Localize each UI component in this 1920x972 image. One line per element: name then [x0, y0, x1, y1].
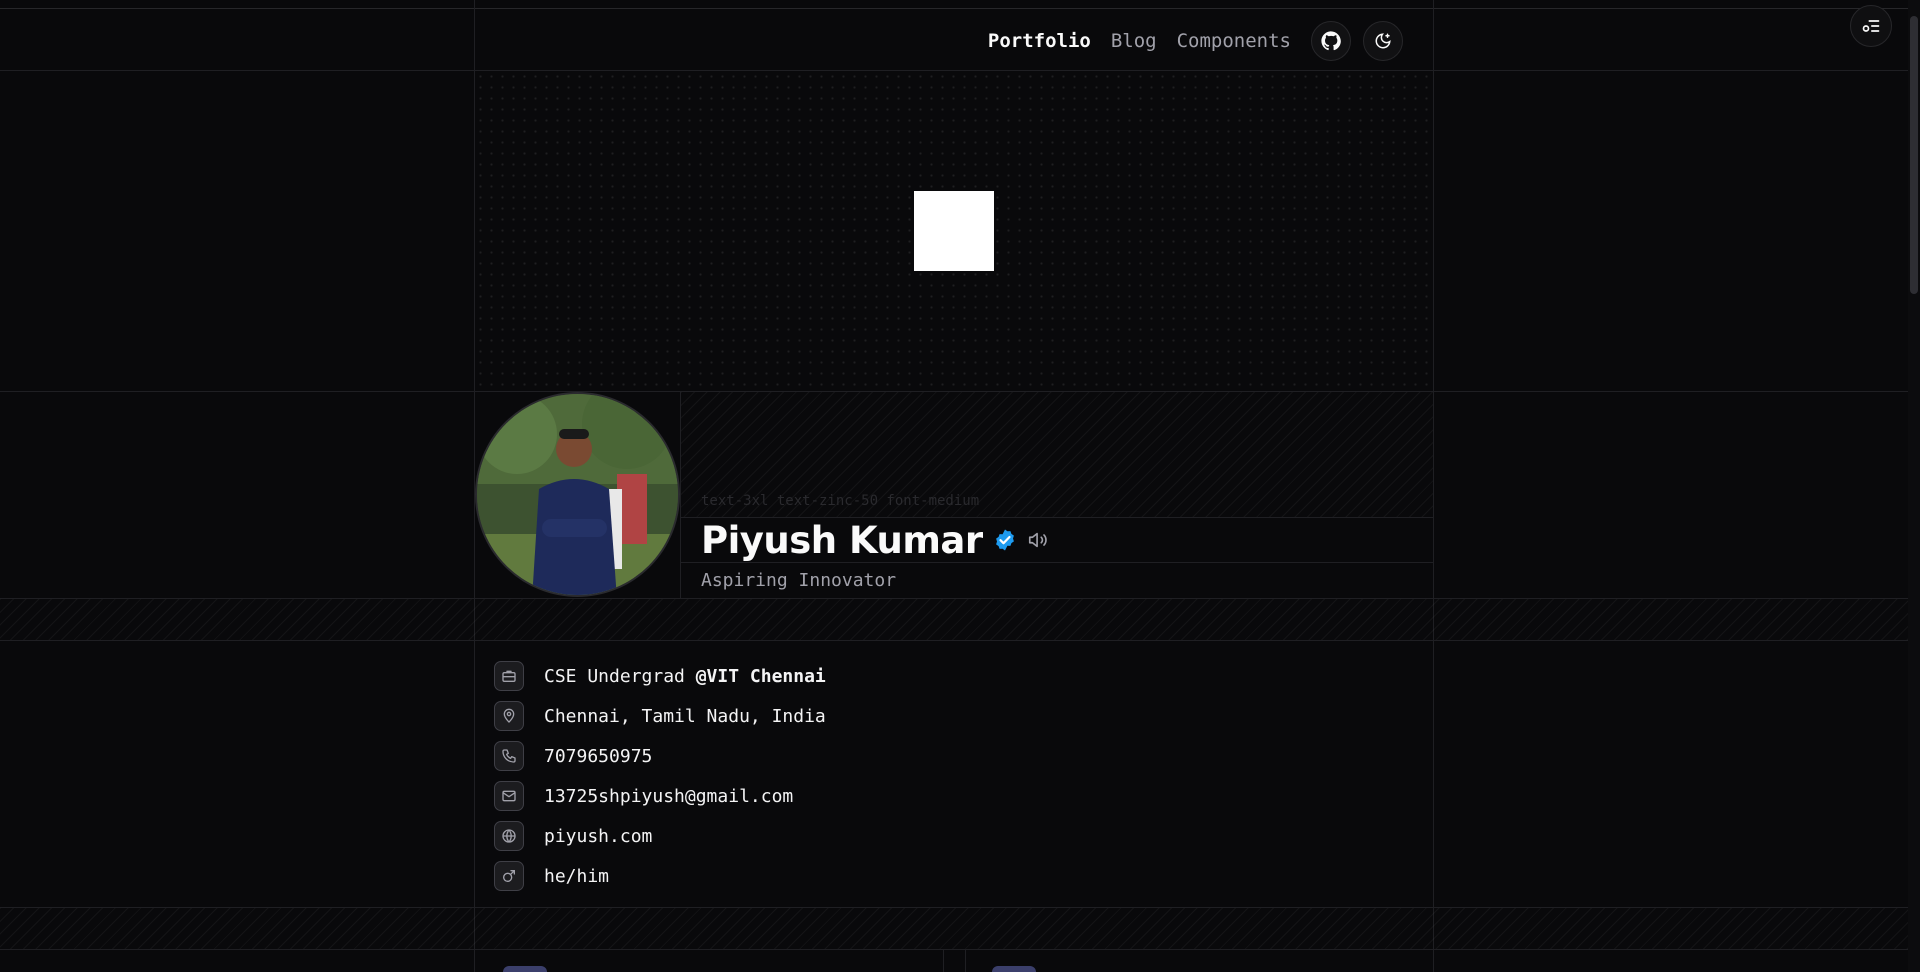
- moon-icon: [1375, 33, 1391, 49]
- separator-hatch: [0, 599, 1908, 640]
- info-job-company[interactable]: @VIT Chennai: [696, 666, 826, 687]
- github-button[interactable]: [1311, 21, 1351, 61]
- info-website-text[interactable]: piyush.com: [544, 826, 652, 847]
- card-peek-right: [992, 966, 1036, 972]
- info-job-prefix: CSE Undergrad: [544, 665, 696, 687]
- globe-icon: [494, 821, 524, 851]
- card-divider-a: [943, 950, 944, 972]
- info-item-phone: 7079650975: [494, 736, 826, 776]
- scrollbar-thumb[interactable]: [1910, 16, 1918, 294]
- separator-hatch-2: [0, 908, 1908, 949]
- grid-line-right: [1433, 0, 1434, 972]
- info-location-text: Chennai, Tamil Nadu, India: [544, 705, 826, 727]
- site-header: Portfolio Blog Components: [475, 12, 1433, 70]
- list-settings-icon: [1862, 20, 1880, 32]
- info-item-job: CSE Undergrad @VIT Chennai: [494, 656, 826, 696]
- top-border: [0, 8, 1908, 9]
- avatar-photo: [477, 394, 678, 595]
- github-icon: [1321, 31, 1341, 51]
- info-item-location: Chennai, Tamil Nadu, India: [494, 696, 826, 736]
- name-row: Piyush Kumar: [701, 518, 1049, 562]
- info-item-website: piyush.com: [494, 816, 826, 856]
- card-peek-left: [503, 966, 547, 972]
- name-bottom-line: [681, 562, 1433, 563]
- speaker-icon[interactable]: [1027, 529, 1049, 551]
- mars-icon: [494, 861, 524, 891]
- map-pin-icon: [494, 701, 524, 731]
- profile-tagline: Aspiring Innovator: [701, 570, 897, 591]
- site-logo: [914, 191, 994, 271]
- nav-components[interactable]: Components: [1177, 30, 1291, 52]
- info-email-text[interactable]: 13725shpiyush@gmail.com: [544, 786, 793, 807]
- theme-toggle-button[interactable]: [1363, 21, 1403, 61]
- placeholder-class-text: text-3xl text-zinc-50 font-medium: [701, 493, 980, 509]
- header-buttons: [1311, 21, 1403, 61]
- profile-name: Piyush Kumar: [701, 518, 983, 562]
- mail-icon: [494, 781, 524, 811]
- info-phone-text[interactable]: 7079650975: [544, 746, 652, 767]
- info-job-text: CSE Undergrad @VIT Chennai: [544, 666, 826, 687]
- next-divider: [0, 949, 1908, 950]
- info-list: CSE Undergrad @VIT Chennai Chennai, Tami…: [494, 656, 826, 896]
- nav-links: Portfolio Blog Components: [988, 30, 1291, 52]
- info-pronouns-text: he/him: [544, 865, 610, 887]
- phone-icon: [494, 741, 524, 771]
- briefcase-icon: [494, 661, 524, 691]
- avatar: [475, 392, 680, 597]
- nav-blog[interactable]: Blog: [1111, 30, 1157, 52]
- toc-button[interactable]: [1850, 5, 1892, 47]
- info-item-email: 13725shpiyush@gmail.com: [494, 776, 826, 816]
- nav-portfolio[interactable]: Portfolio: [988, 30, 1091, 52]
- card-divider-b: [965, 950, 966, 972]
- section-divider: [0, 640, 1908, 641]
- verified-badge-icon: [995, 529, 1014, 551]
- info-item-pronouns: he/him: [494, 856, 826, 896]
